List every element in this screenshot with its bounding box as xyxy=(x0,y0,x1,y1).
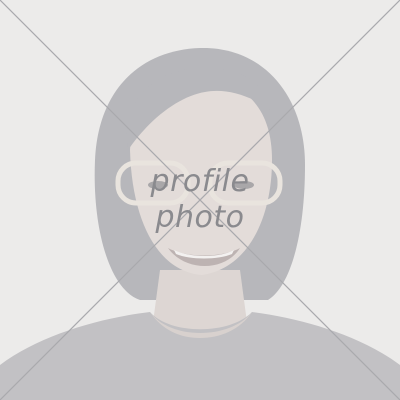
placeholder-label: profile photo xyxy=(0,164,400,236)
placeholder-label-line1: profile xyxy=(150,164,250,199)
profile-photo-placeholder[interactable]: profile photo xyxy=(0,0,400,400)
placeholder-label-line2: photo xyxy=(155,200,245,235)
neck-shape xyxy=(152,270,248,330)
